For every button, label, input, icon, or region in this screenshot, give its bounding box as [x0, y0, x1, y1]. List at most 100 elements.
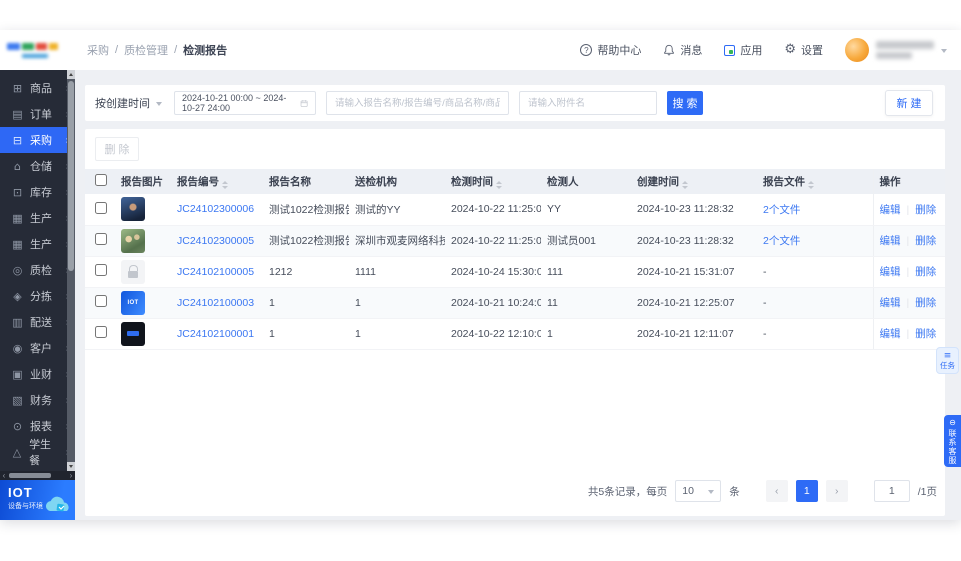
- sidebar-item-inventory[interactable]: ⊡ 库存 ›: [0, 179, 75, 205]
- row-checkbox[interactable]: [95, 233, 107, 245]
- brand-logo[interactable]: [0, 30, 75, 70]
- procurement-icon: ⊟: [12, 133, 23, 147]
- sort-icon[interactable]: [682, 181, 688, 189]
- breadcrumb-quality-mgmt[interactable]: 质检管理: [124, 42, 168, 58]
- sidebar-item-business-finance[interactable]: ▣ 业财 ›: [0, 361, 75, 387]
- row-checkbox[interactable]: [95, 326, 107, 338]
- time-type-select[interactable]: 按创建时间: [93, 95, 164, 111]
- breadcrumb: 采购 / 质检管理 / 检测报告: [87, 42, 228, 58]
- screen: 采购 / 质检管理 / 检测报告 ? 帮助中心 消息 应用 ⚙ 设置 ⊞ 商品 …: [0, 0, 961, 561]
- report-thumbnail[interactable]: [121, 321, 145, 346]
- report-code-link[interactable]: JC24102100001: [177, 328, 254, 340]
- prev-page-button[interactable]: ‹: [765, 480, 788, 502]
- delete-link[interactable]: 删除: [915, 266, 936, 278]
- sidebar-item-production-1[interactable]: ▦ 生产 ›: [0, 205, 75, 231]
- delete-link[interactable]: 删除: [915, 297, 936, 309]
- sidebar-item-quality[interactable]: ◎ 质检 ›: [0, 257, 75, 283]
- delete-link[interactable]: 删除: [915, 204, 936, 216]
- messages-button[interactable]: 消息: [663, 42, 702, 58]
- products-icon: ⊞: [12, 81, 23, 95]
- table-row: JC24102300005 测试1022检测报告 深圳市观麦网络科技 2024-…: [85, 225, 945, 257]
- sort-icon[interactable]: [496, 181, 502, 189]
- delete-link[interactable]: 删除: [915, 235, 936, 247]
- sort-icon[interactable]: [222, 181, 228, 189]
- select-all-checkbox[interactable]: [95, 174, 107, 186]
- pagination-unit: 条: [729, 485, 740, 498]
- col-report-code: 报告编号: [171, 169, 263, 194]
- sidebar-item-products[interactable]: ⊞ 商品 ›: [0, 75, 75, 101]
- row-checkbox[interactable]: [95, 264, 107, 276]
- scrollbar-thumb[interactable]: [68, 81, 74, 271]
- sidebar-item-production-2[interactable]: ▦ 生产 ›: [0, 231, 75, 257]
- report-thumbnail[interactable]: [121, 228, 145, 253]
- report-code-link[interactable]: JC24102100005: [177, 266, 254, 278]
- files-link[interactable]: 2个文件: [763, 204, 800, 216]
- next-page-button[interactable]: ›: [825, 480, 848, 502]
- test-time: 2024-10-22 11:25:00: [445, 225, 541, 257]
- apps-button[interactable]: 应用: [724, 42, 762, 58]
- report-thumbnail[interactable]: [121, 197, 145, 222]
- row-checkbox[interactable]: [95, 295, 107, 307]
- report-thumbnail-placeholder[interactable]: [121, 259, 145, 284]
- sidebar-horizontal-scrollbar[interactable]: ‹ ›: [0, 471, 75, 480]
- page-jump-input[interactable]: 1: [873, 480, 910, 502]
- chevron-down-icon: [941, 48, 947, 56]
- col-operations: 操作: [872, 169, 945, 194]
- app-body: ⊞ 商品 › ▤ 订单 › ⊟ 采购 › ⌂: [0, 70, 961, 520]
- scroll-down-arrow[interactable]: [67, 462, 75, 471]
- delete-link[interactable]: 删除: [915, 328, 936, 340]
- report-code-link[interactable]: JC24102300006: [177, 203, 254, 215]
- settings-button[interactable]: ⚙ 设置: [784, 42, 823, 58]
- tasks-floating-button[interactable]: ≡ 任务: [936, 347, 959, 374]
- edit-link[interactable]: 编辑: [880, 266, 901, 278]
- row-checkbox[interactable]: [95, 201, 107, 214]
- report-code-link[interactable]: JC24102300005: [177, 235, 254, 247]
- help-center-button[interactable]: ? 帮助中心: [580, 42, 641, 58]
- sidebar-item-student-meals[interactable]: △ 学生餐 ›: [0, 439, 75, 467]
- inspection-org: 1111: [349, 256, 445, 288]
- scroll-left-arrow[interactable]: ‹: [0, 471, 8, 480]
- quality-icon: ◎: [12, 263, 23, 277]
- date-range-input[interactable]: 2024-10-21 00:00 ~ 2024-10-27 24:00: [174, 91, 316, 115]
- bulk-delete-button[interactable]: 删 除: [95, 137, 139, 161]
- sidebar-item-sorting[interactable]: ◈ 分拣 ›: [0, 283, 75, 309]
- page-size-select[interactable]: 10: [675, 480, 722, 502]
- iot-banner[interactable]: IOT 设备与环境: [0, 480, 75, 520]
- report-thumbnail[interactable]: IOT: [121, 290, 145, 315]
- scroll-right-arrow[interactable]: ›: [67, 471, 75, 480]
- bell-icon: [664, 44, 675, 56]
- sidebar-item-orders[interactable]: ▤ 订单 ›: [0, 101, 75, 127]
- new-report-button[interactable]: 新 建: [885, 90, 933, 116]
- search-button[interactable]: 搜 索: [667, 91, 703, 115]
- sidebar: ⊞ 商品 › ▤ 订单 › ⊟ 采购 › ⌂: [0, 70, 75, 520]
- breadcrumb-procurement[interactable]: 采购: [87, 42, 109, 58]
- edit-link[interactable]: 编辑: [880, 235, 901, 247]
- sidebar-item-warehouse[interactable]: ⌂ 仓储 ›: [0, 153, 75, 179]
- files-link[interactable]: 2个文件: [763, 235, 800, 247]
- contact-support-floating-button[interactable]: ⊖ 联系客服: [944, 415, 961, 467]
- sort-icon[interactable]: [808, 181, 814, 189]
- sidebar-vertical-scrollbar[interactable]: [67, 70, 75, 471]
- user-menu[interactable]: [845, 38, 947, 62]
- inspection-org: 深圳市观麦网络科技: [349, 225, 445, 257]
- keyword-search-input[interactable]: [326, 91, 509, 115]
- scroll-up-arrow[interactable]: [67, 70, 75, 79]
- edit-link[interactable]: 编辑: [880, 297, 901, 309]
- sidebar-item-procurement[interactable]: ⊟ 采购 ›: [0, 127, 75, 153]
- sidebar-item-customers[interactable]: ◉ 客户 ›: [0, 335, 75, 361]
- report-code-link[interactable]: JC24102100003: [177, 297, 254, 309]
- production-icon: ▦: [12, 211, 23, 225]
- current-page-button[interactable]: 1: [795, 480, 818, 502]
- total-pages-label: /1页: [917, 485, 937, 498]
- sidebar-item-finance[interactable]: ▧ 财务 ›: [0, 387, 75, 413]
- sidebar-menu: ⊞ 商品 › ▤ 订单 › ⊟ 采购 › ⌂: [0, 70, 75, 467]
- edit-link[interactable]: 编辑: [880, 328, 901, 340]
- sidebar-item-delivery[interactable]: ▥ 配送 ›: [0, 309, 75, 335]
- pagination-total: 共5条记录，每页: [587, 485, 668, 498]
- scrollbar-thumb[interactable]: [9, 473, 51, 478]
- topnav: ? 帮助中心 消息 应用 ⚙ 设置: [580, 38, 961, 62]
- attachment-search-input[interactable]: [519, 91, 657, 115]
- headset-icon: ⊖: [949, 418, 956, 427]
- edit-link[interactable]: 编辑: [880, 204, 901, 216]
- business-finance-icon: ▣: [12, 367, 23, 381]
